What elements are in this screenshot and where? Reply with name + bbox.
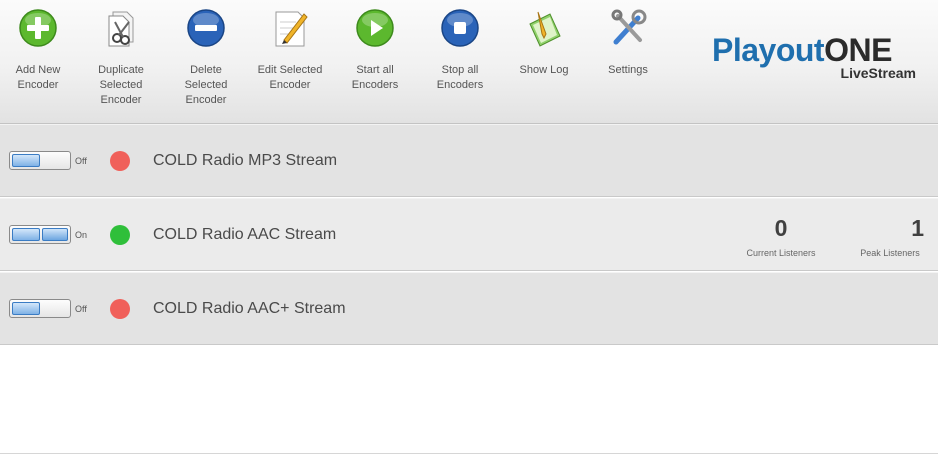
stop-all-encoders-button[interactable]: Stop all Encoders xyxy=(418,8,502,93)
footer-divider xyxy=(0,453,938,454)
duplicate-encoder-button[interactable]: Duplicate Selected Encoder xyxy=(79,8,163,108)
peak-listeners-caption: Peak Listeners xyxy=(860,248,920,258)
playoutone-logo: PlayoutONE LiveStream xyxy=(712,32,922,84)
encoder-state-label: On xyxy=(75,230,88,240)
show-log-button[interactable]: Show Log xyxy=(502,8,586,78)
status-indicator-icon xyxy=(110,299,130,319)
play-icon xyxy=(356,9,394,47)
duplicate-icon xyxy=(108,11,134,47)
delete-icon xyxy=(187,9,225,47)
encoder-row-aacplus[interactable]: Off COLD Radio AAC+ Stream xyxy=(0,272,938,345)
stop-all-encoders-label: Stop all Encoders xyxy=(436,64,484,91)
delete-encoder-label: Delete Selected Encoder xyxy=(184,64,228,106)
edit-encoder-button[interactable]: Edit Selected Encoder xyxy=(248,8,332,93)
peak-listeners-stat: 1 Peak Listeners xyxy=(848,215,932,258)
settings-label: Settings xyxy=(608,64,648,76)
status-indicator-icon xyxy=(110,225,130,245)
encoder-toggle-switch[interactable] xyxy=(9,225,71,244)
start-all-encoders-label: Start all Encoders xyxy=(351,64,399,91)
toolbar: Add New Encoder Duplicate Selected Encod… xyxy=(0,0,938,124)
encoder-name: COLD Radio AAC+ Stream xyxy=(153,300,346,317)
current-listeners-count: 0 xyxy=(774,215,788,241)
logo-text-one: ONE xyxy=(824,32,892,68)
add-new-encoder-label: Add New Encoder xyxy=(15,64,61,91)
encoder-toggle-switch[interactable] xyxy=(9,299,71,318)
settings-button[interactable]: Settings xyxy=(586,8,670,78)
log-icon xyxy=(529,11,561,47)
status-indicator-icon xyxy=(110,151,130,171)
encoder-name: COLD Radio AAC Stream xyxy=(153,226,337,243)
current-listeners-stat: 0 Current Listeners xyxy=(735,215,827,258)
settings-icon xyxy=(611,9,647,45)
encoder-row-mp3[interactable]: Off COLD Radio MP3 Stream xyxy=(0,124,938,197)
current-listeners-caption: Current Listeners xyxy=(746,248,816,258)
encoder-toggle-switch[interactable] xyxy=(9,151,71,170)
edit-encoder-label: Edit Selected Encoder xyxy=(257,64,323,91)
encoder-name: COLD Radio MP3 Stream xyxy=(153,152,338,169)
encoder-row-aac[interactable]: On COLD Radio AAC Stream 0 Current Liste… xyxy=(0,198,938,271)
delete-encoder-button[interactable]: Delete Selected Encoder xyxy=(164,8,248,108)
stop-icon xyxy=(441,9,479,47)
add-icon xyxy=(19,9,57,47)
add-new-encoder-button[interactable]: Add New Encoder xyxy=(0,8,80,93)
logo-subtitle: LiveStream xyxy=(840,65,916,81)
encoder-state-label: Off xyxy=(75,304,87,314)
encoder-state-label: Off xyxy=(75,156,87,166)
start-all-encoders-button[interactable]: Start all Encoders xyxy=(333,8,417,93)
edit-icon xyxy=(275,11,308,47)
peak-listeners-count: 1 xyxy=(911,215,924,241)
show-log-label: Show Log xyxy=(519,64,569,76)
logo-text-playout: Playout xyxy=(712,32,825,68)
duplicate-encoder-label: Duplicate Selected Encoder xyxy=(98,64,144,106)
